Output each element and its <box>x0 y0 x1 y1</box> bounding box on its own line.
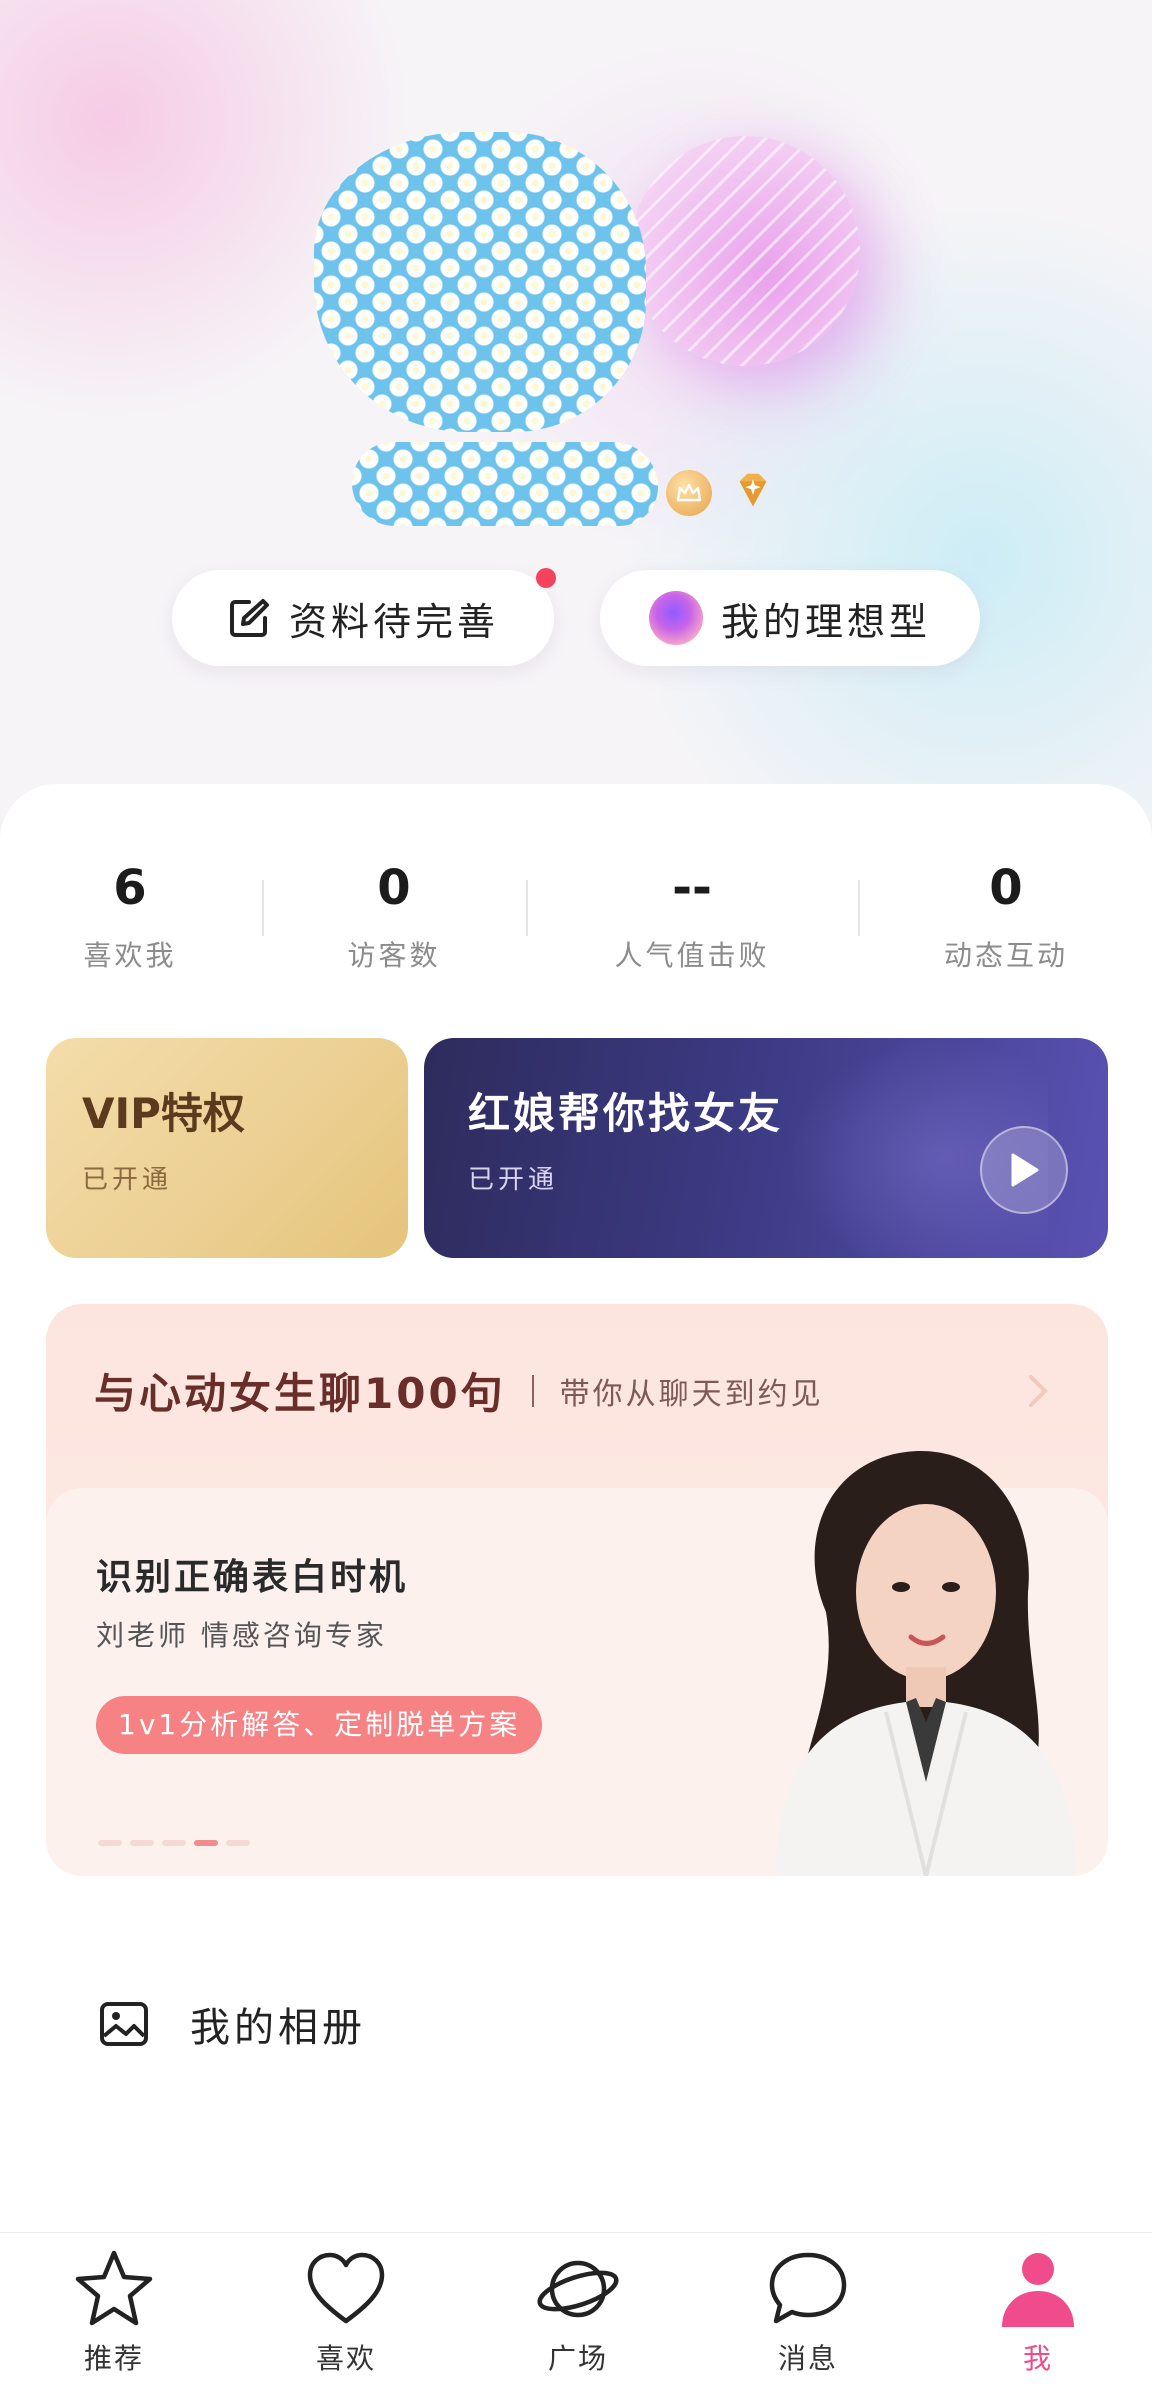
photo-album-icon <box>100 2002 148 2046</box>
avatar[interactable] <box>314 132 646 432</box>
nav-tab-likes[interactable]: 喜欢 <box>266 2247 426 2377</box>
edit-icon <box>229 599 269 637</box>
play-icon <box>1011 1153 1039 1187</box>
vip-title: VIP特权 <box>82 1089 245 1138</box>
ideal-type-button[interactable]: 我的理想型 <box>600 570 980 666</box>
play-button[interactable] <box>980 1126 1068 1214</box>
matchmaker-title: 红娘帮你找女友 <box>468 1089 784 1138</box>
avatar-area <box>300 120 860 450</box>
nav-tab-messages[interactable]: 消息 <box>728 2247 888 2377</box>
carousel-dot <box>130 1840 154 1846</box>
promo-subtitle: 带你从聊天到约见 <box>559 1376 824 1412</box>
promo-topic: 识别正确表白时机 <box>96 1557 409 1598</box>
consultant-portrait-image <box>776 1451 1076 1876</box>
nav-label: 广场 <box>547 2342 608 2375</box>
crown-badge-icon[interactable] <box>666 470 712 516</box>
nav-tab-square[interactable]: 广场 <box>498 2247 658 2377</box>
stat-label: 访客数 <box>347 939 441 972</box>
stat-value: 0 <box>377 860 411 916</box>
username-redacted <box>352 442 658 526</box>
stat-visitors[interactable]: 0 访客数 <box>284 860 504 974</box>
vip-status: 已开通 <box>82 1165 173 1195</box>
promo-tag: 1v1分析解答、定制脱单方案 <box>96 1696 543 1754</box>
matchmaker-card[interactable]: 红娘帮你找女友 已开通 <box>424 1038 1108 1258</box>
message-icon <box>769 2252 847 2324</box>
promo-separator <box>531 1374 534 1407</box>
promo-title: 与心动女生聊100句 <box>94 1369 506 1418</box>
carousel-dot <box>98 1840 122 1846</box>
matchmaker-status: 已开通 <box>468 1165 559 1195</box>
nav-label: 我 <box>1022 2342 1053 2375</box>
chevron-right-icon[interactable] <box>1028 1374 1048 1417</box>
album-menu-item[interactable]: 我的相册 <box>46 1924 1108 2124</box>
bottom-navigation: 推荐 喜欢 广场 消息 我 <box>0 2232 1152 2400</box>
star-icon <box>75 2250 153 2326</box>
carousel-dot <box>162 1840 186 1846</box>
stat-value: 0 <box>989 860 1023 916</box>
nav-tab-recommend[interactable]: 推荐 <box>34 2247 194 2377</box>
nav-tab-me[interactable]: 我 <box>958 2247 1118 2377</box>
album-label: 我的相册 <box>190 2005 366 2051</box>
diamond-badge-icon[interactable] <box>730 468 776 514</box>
heart-icon <box>307 2252 385 2324</box>
notification-dot <box>536 568 556 588</box>
promo-banner[interactable]: 与心动女生聊100句 带你从聊天到约见 识别正确表白时机 刘老师 情感咨询专家 … <box>46 1304 1108 1876</box>
nav-label: 推荐 <box>83 2342 144 2375</box>
carousel-dot-active <box>194 1840 218 1846</box>
stat-popularity[interactable]: -- 人气值击败 <box>582 860 802 974</box>
stat-divider <box>262 880 264 936</box>
stat-divider <box>858 880 860 936</box>
stat-label: 人气值击败 <box>614 939 770 972</box>
avatar-glow-decoration <box>630 136 860 366</box>
person-icon <box>1002 2253 1074 2327</box>
nav-label: 消息 <box>777 2342 838 2375</box>
stat-value: 6 <box>113 860 147 916</box>
stat-interactions[interactable]: 0 动态互动 <box>896 860 1116 974</box>
carousel-dot <box>226 1840 250 1846</box>
stat-value: -- <box>672 860 712 916</box>
nav-label: 喜欢 <box>315 2342 376 2375</box>
vip-privilege-card[interactable]: VIP特权 已开通 <box>46 1038 408 1258</box>
promo-header: 与心动女生聊100句 带你从聊天到约见 <box>94 1360 824 1421</box>
complete-profile-label: 资料待完善 <box>288 599 499 644</box>
stat-divider <box>526 880 528 936</box>
stat-label: 动态互动 <box>943 939 1068 972</box>
stat-label: 喜欢我 <box>83 939 177 972</box>
carousel-indicator <box>98 1840 250 1846</box>
planet-icon <box>537 2260 619 2318</box>
promo-expert: 刘老师 情感咨询专家 <box>96 1619 387 1652</box>
ideal-type-orb-icon <box>648 591 703 645</box>
complete-profile-button[interactable]: 资料待完善 <box>172 568 556 666</box>
stat-likes-me[interactable]: 6 喜欢我 <box>20 860 240 974</box>
stats-row: 6 喜欢我 0 访客数 -- 人气值击败 0 动态互动 <box>0 860 1152 972</box>
ideal-type-label: 我的理想型 <box>720 599 931 644</box>
